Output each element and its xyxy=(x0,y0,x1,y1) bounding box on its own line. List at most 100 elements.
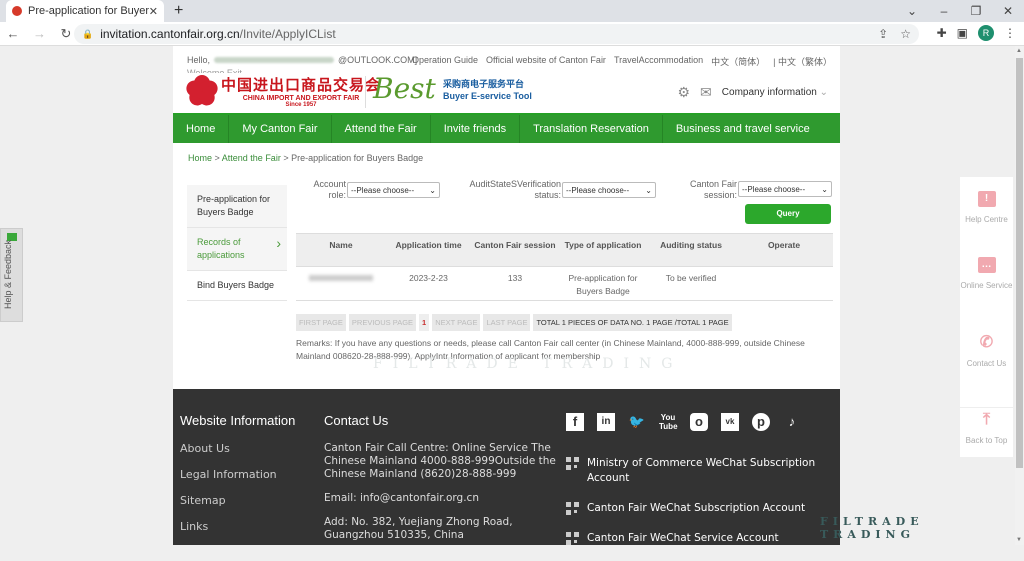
col-name: Name xyxy=(296,233,386,267)
instagram-icon[interactable]: o xyxy=(690,413,708,431)
page-number-1[interactable]: 1 xyxy=(419,314,430,331)
qr-item[interactable]: Canton Fair WeChat Subscription Account xyxy=(566,501,826,516)
qr-item[interactable]: Ministry of Commerce WeChat Subscription… xyxy=(566,456,826,486)
operation-guide-link[interactable]: Operation Guide xyxy=(412,55,478,68)
main-nav: Home My Canton Fair Attend the Fair Invi… xyxy=(173,113,840,143)
online-service-label: Online Service xyxy=(960,281,1013,290)
help-centre-label: Help Centre xyxy=(965,215,1008,224)
sitemap-link[interactable]: Sitemap xyxy=(180,494,295,507)
contact-title: Contact Us xyxy=(324,413,389,428)
nav-home[interactable]: Home xyxy=(173,115,230,143)
contact-us-button[interactable]: ✆ Contact Us xyxy=(960,335,1013,369)
col-status: Auditing status xyxy=(647,233,735,267)
help-alert-icon: ! xyxy=(977,191,996,207)
browser-tab[interactable]: Pre-application for Buyers Bad ✕ xyxy=(6,0,164,22)
profile-avatar[interactable]: R xyxy=(978,25,994,41)
simplified-chinese-link[interactable]: 中文（简体） xyxy=(711,55,765,68)
close-window-button[interactable]: ✕ xyxy=(992,4,1024,18)
col-session: Canton Fair session xyxy=(471,233,559,267)
qr-item[interactable]: Canton Fair WeChat Service Account xyxy=(566,531,826,546)
linkedin-icon[interactable]: in xyxy=(597,413,615,431)
breadcrumb: Home > Attend the Fair > Pre-application… xyxy=(173,143,840,173)
session-select[interactable]: --Please choose-- ⌄ xyxy=(738,181,832,197)
records-table: Name Application time Canton Fair sessio… xyxy=(296,233,833,301)
breadcrumb-sep: > xyxy=(280,153,292,163)
arrow-up-icon: ⤒ xyxy=(982,411,991,428)
nav-invite-friends[interactable]: Invite friends xyxy=(431,115,521,143)
qr-item-label: Canton Fair WeChat Subscription Account xyxy=(587,502,806,514)
browser-menu-icon[interactable]: ⋮ xyxy=(1004,26,1016,40)
qr-code-icon xyxy=(566,532,579,545)
travel-accommodation-link[interactable]: TravelAccommodation xyxy=(614,55,703,68)
cell-time: 2023-2-23 xyxy=(386,266,471,301)
pagination: FIRST PAGE PREVIOUS PAGE 1 NEXT PAGE LAS… xyxy=(296,314,732,331)
breadcrumb-attend[interactable]: Attend the Fair xyxy=(222,153,281,163)
email-suffix: @OUTLOOK.COM] xyxy=(338,55,418,65)
page-scrollbar[interactable]: ▲ ▼ xyxy=(1015,46,1024,545)
links-link[interactable]: Links xyxy=(180,520,295,533)
scroll-up-arrow[interactable]: ▲ xyxy=(1016,48,1022,54)
tab-search-icon[interactable]: ⌄ xyxy=(896,4,928,18)
vk-icon[interactable]: vk xyxy=(721,413,739,431)
back-to-top-button[interactable]: ⤒ Back to Top xyxy=(960,407,1013,446)
query-button[interactable]: Query xyxy=(745,204,831,224)
official-website-link[interactable]: Official website of Canton Fair xyxy=(486,55,606,68)
online-service-button[interactable]: … Online Service xyxy=(960,257,1013,291)
nav-business-travel[interactable]: Business and travel service xyxy=(663,115,823,143)
traditional-chinese-link[interactable]: | 中文（繁体） xyxy=(773,55,832,68)
logo-en: CHINA IMPORT AND EXPORT FAIR xyxy=(242,95,360,102)
help-centre-button[interactable]: ! Help Centre xyxy=(960,191,1013,225)
scrollbar-thumb[interactable] xyxy=(1016,58,1023,468)
side-panel-icon[interactable]: ▣ xyxy=(957,26,968,40)
twitter-icon[interactable]: 🐦 xyxy=(628,413,646,431)
audit-status-select[interactable]: --Please choose-- ⌄ xyxy=(562,182,656,198)
help-feedback-label: Help & Feedback xyxy=(3,239,13,309)
url-input[interactable]: 🔒 invitation.cantonfair.org.cn/Invite/Ap… xyxy=(74,24,919,44)
previous-page-button[interactable]: PREVIOUS PAGE xyxy=(348,314,417,331)
sidebar-item-pre-application[interactable]: Pre-application for Buyers Badge xyxy=(187,185,287,228)
close-tab-icon[interactable]: ✕ xyxy=(149,5,158,18)
nav-attend-the-fair[interactable]: Attend the Fair xyxy=(332,115,431,143)
sidebar-item-records[interactable]: Records of applications xyxy=(187,228,287,271)
footer: Website Information About Us Legal Infor… xyxy=(173,389,840,545)
watermark-center: FILTRADE TRADING xyxy=(373,356,683,372)
minimize-button[interactable]: – xyxy=(928,4,960,18)
cell-operate xyxy=(735,266,833,301)
contact-us-label: Contact Us xyxy=(966,359,1007,368)
mail-icon[interactable]: ✉ xyxy=(700,84,712,101)
account-role-select[interactable]: --Please choose-- ⌄ xyxy=(347,182,440,198)
bookmark-star-icon[interactable]: ☆ xyxy=(900,27,911,41)
canton-fair-logo[interactable]: 中国进出口商品交易会 CHINA IMPORT AND EXPORT FAIR … xyxy=(183,72,381,110)
youtube-icon[interactable]: You Tube xyxy=(659,413,678,431)
last-page-button[interactable]: LAST PAGE xyxy=(483,314,531,331)
logo-cn: 中国进出口商品交易会 xyxy=(221,76,382,94)
url-path: /Invite/ApplyICList xyxy=(239,27,336,41)
tab-title: Pre-application for Buyers Bad xyxy=(28,5,149,17)
nav-my-canton-fair[interactable]: My Canton Fair xyxy=(229,115,332,143)
restore-button[interactable]: ❐ xyxy=(960,4,992,18)
company-info-dropdown[interactable]: Company information ⌄ xyxy=(722,87,828,98)
first-page-button[interactable]: FIRST PAGE xyxy=(296,314,346,331)
canton-fair-favicon xyxy=(12,6,22,16)
new-tab-button[interactable]: + xyxy=(174,2,183,20)
lock-icon: 🔒 xyxy=(82,28,94,39)
settings-gear-icon[interactable]: ⚙ xyxy=(677,84,690,101)
table-row: 2023-2-23 133 Pre-application for Buyers… xyxy=(296,266,833,301)
pinterest-icon[interactable]: p xyxy=(752,413,770,431)
nav-translation-reservation[interactable]: Translation Reservation xyxy=(520,115,663,143)
back-button[interactable]: ← xyxy=(2,26,24,41)
sidebar-item-bind-badge[interactable]: Bind Buyers Badge xyxy=(187,271,287,301)
share-icon[interactable]: ⇪ xyxy=(878,27,888,41)
help-feedback-tab[interactable]: Help & Feedback xyxy=(0,228,23,322)
best-logo: Best xyxy=(373,72,436,105)
next-page-button[interactable]: NEXT PAGE xyxy=(432,314,481,331)
forward-button[interactable]: → xyxy=(28,26,50,41)
tool-en: Buyer E-service Tool xyxy=(443,91,532,101)
tiktok-icon[interactable]: ♪ xyxy=(783,413,801,431)
cell-status: To be verified xyxy=(647,266,735,301)
facebook-icon[interactable]: f xyxy=(566,413,584,431)
breadcrumb-home[interactable]: Home xyxy=(188,153,212,163)
extensions-icon[interactable]: ✚ xyxy=(937,26,947,40)
legal-info-link[interactable]: Legal Information xyxy=(180,468,295,481)
about-us-link[interactable]: About Us xyxy=(180,442,295,455)
